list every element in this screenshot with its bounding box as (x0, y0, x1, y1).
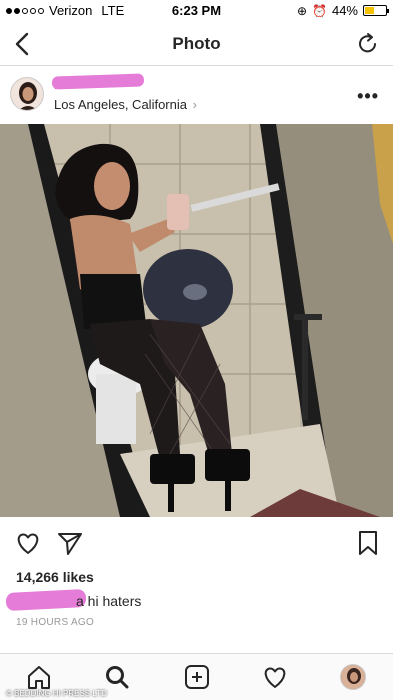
more-options-button[interactable]: ••• (357, 86, 379, 107)
profile-avatar[interactable] (340, 664, 366, 690)
nav-bar: Photo (0, 22, 393, 66)
bookmark-icon[interactable] (354, 529, 382, 557)
share-icon[interactable] (56, 529, 84, 557)
caption: a hi haters (16, 593, 141, 609)
status-right: ⊕ ⏰ 44% (296, 3, 389, 18)
post-actions (0, 517, 393, 567)
tab-bar: © BEDDING HI PRESS LTD (0, 653, 393, 700)
refresh-icon[interactable] (357, 32, 379, 56)
status-bar: Verizon LTE 6:23 PM ⊕ ⏰ 44% (0, 0, 393, 22)
battery-percent: 44% (331, 3, 358, 18)
post-timestamp: 19 HOURS AGO (16, 617, 95, 628)
post-photo[interactable] (0, 124, 393, 517)
photo-image (0, 124, 393, 517)
home-icon[interactable] (26, 664, 52, 690)
location-label: Los Angeles, California (54, 97, 187, 112)
page-title: Photo (172, 34, 221, 53)
post-header: lil Los Angeles, California › ••• (0, 66, 393, 124)
alarm-icon: ⏰ (312, 3, 327, 18)
orientation-lock-icon: ⊕ (296, 3, 308, 18)
heart-icon[interactable] (14, 529, 42, 557)
chevron-right-icon: › (192, 97, 197, 112)
add-icon[interactable] (184, 664, 210, 690)
activity-heart-icon[interactable] (262, 664, 288, 690)
location-link[interactable]: Los Angeles, California › (54, 97, 197, 112)
username-redaction (51, 73, 145, 90)
watermark: © BEDDING HI PRESS LTD (6, 689, 107, 698)
likes-count[interactable]: 14,266 likes (16, 569, 94, 585)
search-icon[interactable] (104, 664, 130, 690)
avatar[interactable] (10, 77, 44, 111)
battery-icon (363, 5, 389, 16)
caption-text: a hi haters (76, 593, 142, 609)
